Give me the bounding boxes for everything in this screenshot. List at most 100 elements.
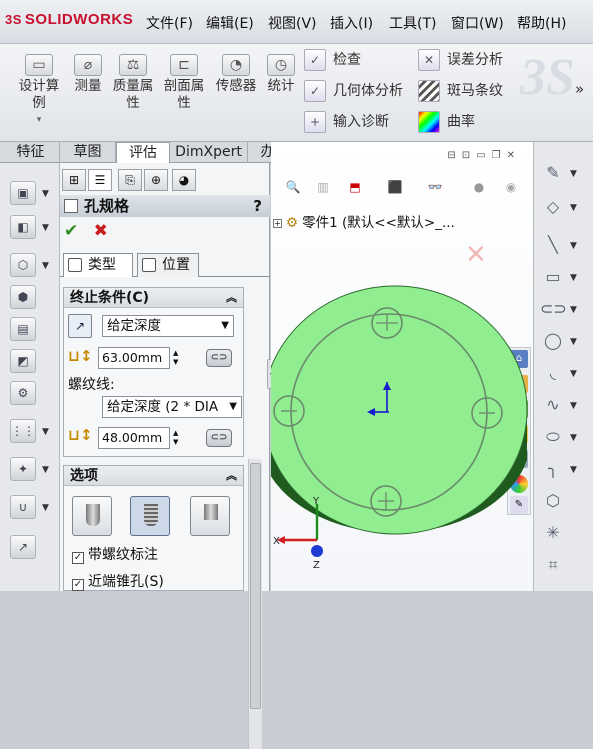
ribbon-expand-button[interactable]: » <box>575 80 584 98</box>
tab-evaluate[interactable]: 评估 <box>116 142 170 164</box>
thread-condition-select[interactable]: 给定深度 (2 * DIA ▼ <box>102 396 242 418</box>
near-side-countersink-checkbox[interactable]: ✓ 近端锥孔(S) <box>72 571 164 591</box>
zoom-to-fit-icon[interactable]: 🔍 <box>281 176 305 198</box>
section-properties-button[interactable]: ⊏ 剖面属 性 <box>160 54 208 112</box>
restore-icon[interactable]: ❐ <box>492 150 507 161</box>
design-study-button[interactable]: ▭ 设计算 例 ▾ <box>14 54 64 129</box>
end-condition-select[interactable]: 给定深度 ▼ <box>102 315 234 337</box>
solidworks-logo[interactable]: 3S SOLIDWORKS <box>5 11 133 28</box>
thread-depth-spinner[interactable]: ▲ ▼ <box>173 429 178 447</box>
measure-button[interactable]: ⌀ 测量 <box>70 54 106 95</box>
menu-window[interactable]: 窗口(W) <box>451 13 504 33</box>
file-explorer-icon[interactable]: ▭ <box>510 425 528 443</box>
display-manager-tab-icon[interactable]: ◕ <box>172 169 196 191</box>
slot-icon[interactable]: ⊂⊃ <box>540 296 567 322</box>
cascade-icon[interactable]: ⊡ <box>462 150 476 161</box>
point-icon[interactable]: ✳ <box>540 520 566 546</box>
revolve-icon[interactable]: ◧ <box>10 215 36 239</box>
reference-geometry-icon[interactable]: ✦ <box>10 457 36 481</box>
configuration-manager-tab-icon[interactable]: ⎘ <box>118 169 142 191</box>
type-icon <box>68 258 82 272</box>
geometry-analysis-button[interactable]: ✓ 几何体分析 <box>304 78 403 104</box>
subtab-position[interactable]: 位置 <box>137 253 199 277</box>
view-palette-icon[interactable]: ▤ <box>510 450 528 468</box>
sw-resources-icon[interactable]: ⌂ <box>510 350 528 368</box>
mass-properties-button[interactable]: ⚖ 质量属 性 <box>110 54 156 112</box>
depth-spinner[interactable]: ▲ ▼ <box>173 349 178 367</box>
draft-icon[interactable]: ◩ <box>10 349 36 373</box>
curves-icon[interactable]: ∪ <box>10 495 36 519</box>
curvature-button[interactable]: 曲率 <box>418 109 475 135</box>
polygon-icon[interactable]: ⬡ <box>540 488 566 514</box>
design-library-icon[interactable]: ▥ <box>510 400 528 418</box>
thread-callout-checkbox[interactable]: ✓ 带螺纹标注 <box>72 544 158 564</box>
import-diagnostics-button[interactable]: + 输入诊断 <box>304 109 389 135</box>
home-icon[interactable]: ⌂ <box>510 375 528 393</box>
expand-icon[interactable]: + <box>273 219 282 228</box>
close-icon[interactable]: ✕ <box>507 150 521 161</box>
reverse-direction-icon[interactable]: ↗ <box>68 314 92 338</box>
depth-input[interactable]: 63.00mm <box>98 347 170 369</box>
link-value-icon[interactable]: ⊂⊃ <box>206 349 232 367</box>
help-button[interactable]: ? <box>253 195 262 217</box>
shell-icon[interactable]: ▤ <box>10 317 36 341</box>
centerline-icon[interactable]: ⌗ <box>540 552 566 578</box>
appearances-icon[interactable] <box>510 475 528 493</box>
apply-scene-icon[interactable]: ◉ <box>499 176 523 198</box>
display-style-icon[interactable]: ⬛ <box>383 176 407 198</box>
view-orientation-icon[interactable]: ⬒ <box>343 176 367 198</box>
edit-appearance-icon[interactable]: ● <box>467 176 491 198</box>
feature-manager-tab-icon[interactable]: ⊞ <box>62 169 86 191</box>
property-manager-tab-icon[interactable]: ☰ <box>88 169 112 191</box>
menu-tools[interactable]: 工具(T) <box>389 13 436 33</box>
section-view-icon[interactable]: ▥ <box>311 176 335 198</box>
options-header[interactable]: 选项 ︽ <box>64 466 243 486</box>
rectangle-icon[interactable]: ▭ <box>540 264 566 290</box>
deviation-analysis-button[interactable]: ✕ 误差分析 <box>418 47 503 73</box>
fillet-icon[interactable]: ╮ <box>540 456 566 482</box>
sketch-icon[interactable]: ✎ <box>540 160 566 186</box>
line-icon[interactable]: ╲ <box>540 232 566 258</box>
link-value-icon[interactable]: ⊂⊃ <box>206 429 232 447</box>
wrap-icon[interactable]: ⚙ <box>10 381 36 405</box>
cancel-button[interactable]: ✖ <box>94 221 108 241</box>
menu-help[interactable]: 帮助(H) <box>517 13 566 33</box>
flyout-tree[interactable]: + ⚙ 零件1 (默认<<默认>_... <box>273 211 455 231</box>
menu-view[interactable]: 视图(V) <box>268 13 317 33</box>
menu-edit[interactable]: 编辑(E) <box>206 13 254 33</box>
manager-tabs: ⊞ ☰ ⎘ ⊕ ◕ <box>60 169 270 193</box>
tab-features[interactable]: 特征 <box>2 142 60 163</box>
ellipse-icon[interactable]: ⬭ <box>540 424 566 450</box>
tapped-hole-option-button[interactable] <box>130 496 170 536</box>
custom-properties-icon[interactable]: ✎ <box>510 496 528 514</box>
extrude-boss-icon[interactable]: ▣ <box>10 181 36 205</box>
loft-icon[interactable]: ⬢ <box>10 285 36 309</box>
hide-show-items-icon[interactable]: 👓 <box>423 176 447 198</box>
pm-scrollbar[interactable] <box>248 459 262 749</box>
remove-thread-option-button[interactable] <box>190 496 230 536</box>
sweep-icon[interactable]: ⬡ <box>10 253 36 277</box>
check-button[interactable]: ✓ 检查 <box>304 47 361 73</box>
menu-insert[interactable]: 插入(I) <box>330 13 373 33</box>
menu-file[interactable]: 文件(F) <box>146 13 193 33</box>
tab-dimxpert[interactable]: DimXpert <box>170 142 248 163</box>
thread-depth-input[interactable]: 48.00mm <box>98 427 170 449</box>
spline-icon[interactable]: ∿ <box>540 392 566 418</box>
dimxpert-manager-tab-icon[interactable]: ⊕ <box>144 169 168 191</box>
arc-icon[interactable]: ◟ <box>540 360 566 386</box>
tab-sketch[interactable]: 草图 <box>60 142 116 163</box>
instant3d-icon[interactable]: ↗ <box>10 535 36 559</box>
smart-dimension-icon[interactable]: ◇ <box>540 194 566 220</box>
cosmetic-thread-option-button[interactable] <box>72 496 112 536</box>
tile-icon[interactable]: ⊟ <box>447 150 461 161</box>
statistics-button[interactable]: ◷ 统计 <box>264 54 298 95</box>
graphics-area[interactable]: ⊟⊡▭❐✕ 🔍 ▥ ⬒ ⬛ 👓 ● ◉ + ⚙ 零件1 (默认<<默认>_... ✕… <box>271 142 533 591</box>
subtab-type[interactable]: 类型 <box>63 253 133 277</box>
circle-icon[interactable]: ◯ <box>540 328 566 354</box>
linear-pattern-icon[interactable]: ⋮⋮ <box>10 419 36 443</box>
ok-button[interactable]: ✔ <box>64 221 78 241</box>
sensor-button[interactable]: ◔ 传感器 <box>212 54 260 95</box>
minimize-icon[interactable]: ▭ <box>476 150 491 161</box>
zebra-stripes-button[interactable]: 斑马条纹 <box>418 78 503 104</box>
end-condition-header[interactable]: 终止条件(C) ︽ <box>64 288 243 308</box>
